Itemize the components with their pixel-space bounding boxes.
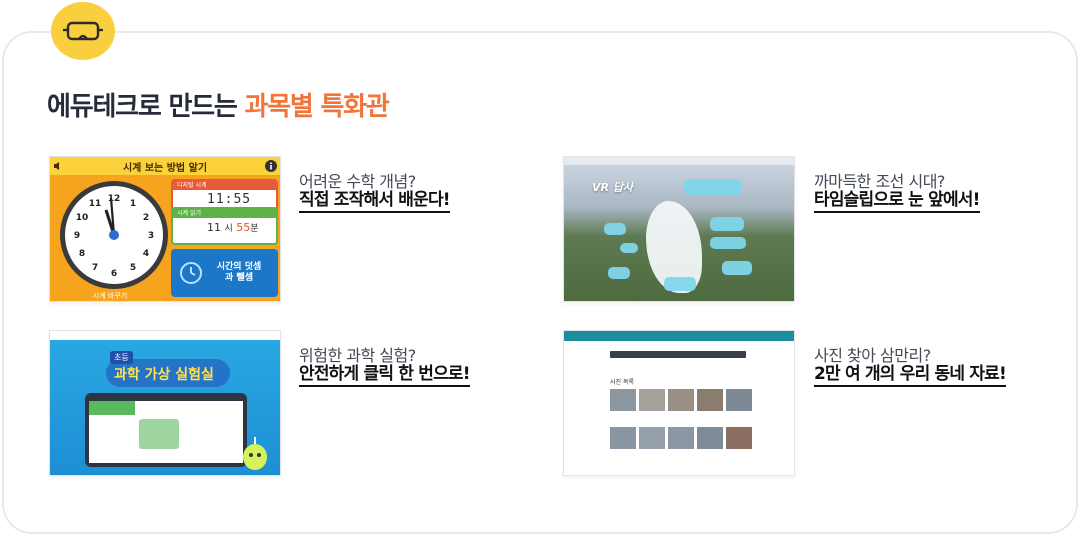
card-question: 사진 찾아 삼만리? [814,346,931,365]
map-label[interactable] [620,243,638,253]
read-hour: 11 [207,221,221,234]
clock-number: 1 [130,199,136,209]
title-prefix: 에듀테크로 만드는 [47,92,238,122]
clock-number: 3 [148,231,154,241]
title-accent: 과목별 특화관 [244,92,389,122]
card-answer[interactable]: 직접 조작해서 배운다! [299,190,451,213]
header-badge [51,2,115,60]
thumb-topbar [50,331,280,340]
read-min-unit: 분 [250,224,259,234]
thumb-photo-archive[interactable]: 사진 목록 [563,330,795,476]
card-answer[interactable]: 타임슬립으로 눈 앞에서! [814,190,980,213]
map-label[interactable] [710,237,746,249]
map-label[interactable] [684,179,742,195]
photo-item[interactable] [668,389,694,411]
vr-goggles-icon [63,21,103,41]
card-answer[interactable]: 2만 여 개의 우리 동네 자료! [814,364,1007,387]
digital-label: 디지털 시계 [173,181,276,190]
lab-menu-active[interactable] [89,401,135,415]
speaker-icon [54,162,59,170]
photo-item[interactable] [697,389,723,411]
clock-number: 2 [143,213,149,223]
blue-card-text: 시간의 덧셈과 뺄셈 [216,262,262,283]
vr-title: VR 답사 [592,181,634,194]
read-clock-box: 시계 읽기 11 시 55분 [171,207,278,245]
blue-card[interactable]: 시간의 덧셈과 뺄셈 [171,249,278,297]
thumb-topbar [564,331,794,341]
lab-illustration [139,419,179,449]
read-hour-unit: 시 [224,224,233,234]
map-label[interactable] [604,223,626,235]
read-min: 55 [236,221,251,234]
clock-center [109,230,119,240]
clock-number: 8 [79,249,85,259]
photo-item[interactable] [668,427,694,449]
card-question: 위험한 과학 실험? [299,346,416,365]
digital-time: 11:55 [207,192,252,207]
clock-number: 4 [143,249,149,259]
thumb-math-clock[interactable]: 시계 보는 방법 알기 12 1 2 3 4 5 6 7 8 9 10 11 디… [49,156,281,302]
page-title: 에듀테크로 만드는 과목별 특화관 [47,86,390,123]
clock-number: 9 [74,231,80,241]
clock-number: 11 [89,199,102,209]
grade-badge: 초등 [110,351,133,364]
map-label[interactable] [608,267,630,279]
card-question: 어려운 수학 개념? [299,172,416,191]
lab-title: 과학 가상 실험실 [114,367,214,383]
read-time: 11 시 55분 [207,221,259,234]
lab-screen [85,393,247,467]
lab-screen-inner [89,401,243,463]
clock-footer[interactable]: 시계 바꾸기 [50,291,170,301]
analog-clock: 12 1 2 3 4 5 6 7 8 9 10 11 [60,181,168,289]
photo-item[interactable] [726,389,752,411]
card-question: 까마득한 조선 시대? [814,172,945,191]
photo-item[interactable] [610,389,636,411]
photo-section-title: 사진 목록 [610,379,634,386]
timer-icon [180,262,202,284]
clock-number: 12 [108,194,121,204]
clock-number: 6 [111,269,117,279]
card-answer[interactable]: 안전하게 클릭 한 번으로! [299,364,471,387]
photo-item[interactable] [726,427,752,449]
photo-search-bar[interactable] [610,351,746,358]
photo-item[interactable] [610,427,636,449]
photo-item[interactable] [639,389,665,411]
thumb-science-lab[interactable]: 초등 과학 가상 실험실 [49,330,281,476]
photo-item[interactable] [639,427,665,449]
robot-mascot-icon [243,437,267,470]
thumb-topbar [564,157,794,165]
map-label[interactable] [710,217,744,231]
read-label: 시계 읽기 [173,209,276,218]
clock-number: 7 [92,263,98,273]
clock-number: 10 [76,213,89,223]
thumb-vr-map[interactable]: VR 답사 [563,156,795,302]
photo-item[interactable] [697,427,723,449]
clock-number: 5 [130,263,136,273]
map-label[interactable] [722,261,752,275]
info-icon [265,160,277,172]
map-label[interactable] [664,277,696,291]
thumb-clock-title: 시계 보는 방법 알기 [50,157,280,175]
